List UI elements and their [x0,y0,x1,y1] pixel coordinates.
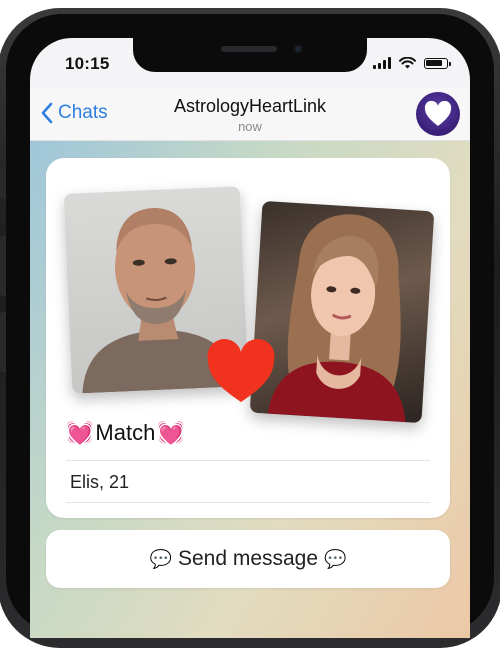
speech-bubble-icon: 💬 [149,548,172,569]
wifi-icon [399,57,416,69]
battery-icon [424,57,451,69]
send-message-button[interactable]: 💬 Send message 💬 [46,530,450,588]
status-bar: 10:15 [30,38,470,88]
front-camera [293,44,303,54]
send-message-label: Send message [177,547,319,570]
battery-level [426,59,442,66]
bot-avatar[interactable] [416,92,460,136]
phone-screen: 10:15 Chats AstrologyHeartLink now 💓 Mat… [30,38,470,638]
match-name-age: Elis, 21 [70,472,130,492]
earpiece-speaker [221,46,277,52]
divider [66,502,430,503]
sparkling-heart-icon: 💓 [157,420,185,445]
sparkling-heart-icon: 💓 [66,420,94,445]
notch [133,38,367,72]
speech-bubble-icon: 💬 [324,548,347,569]
match-card: 💓 Match 💓 Elis, 21 [46,158,450,518]
match-heading-text: Match [95,420,156,445]
status-icons [373,57,451,69]
match-heading: 💓 Match 💓 [66,420,185,446]
chat-title: AstrologyHeartLink [173,96,327,116]
chat-status: now [238,119,262,134]
red-heart-icon [207,339,275,402]
status-time: 10:15 [65,54,110,73]
divider [66,460,430,461]
cellular-signal-icon [373,57,391,69]
chat-header: Chats AstrologyHeartLink now [30,88,470,141]
purple-heart-icon [424,100,452,126]
